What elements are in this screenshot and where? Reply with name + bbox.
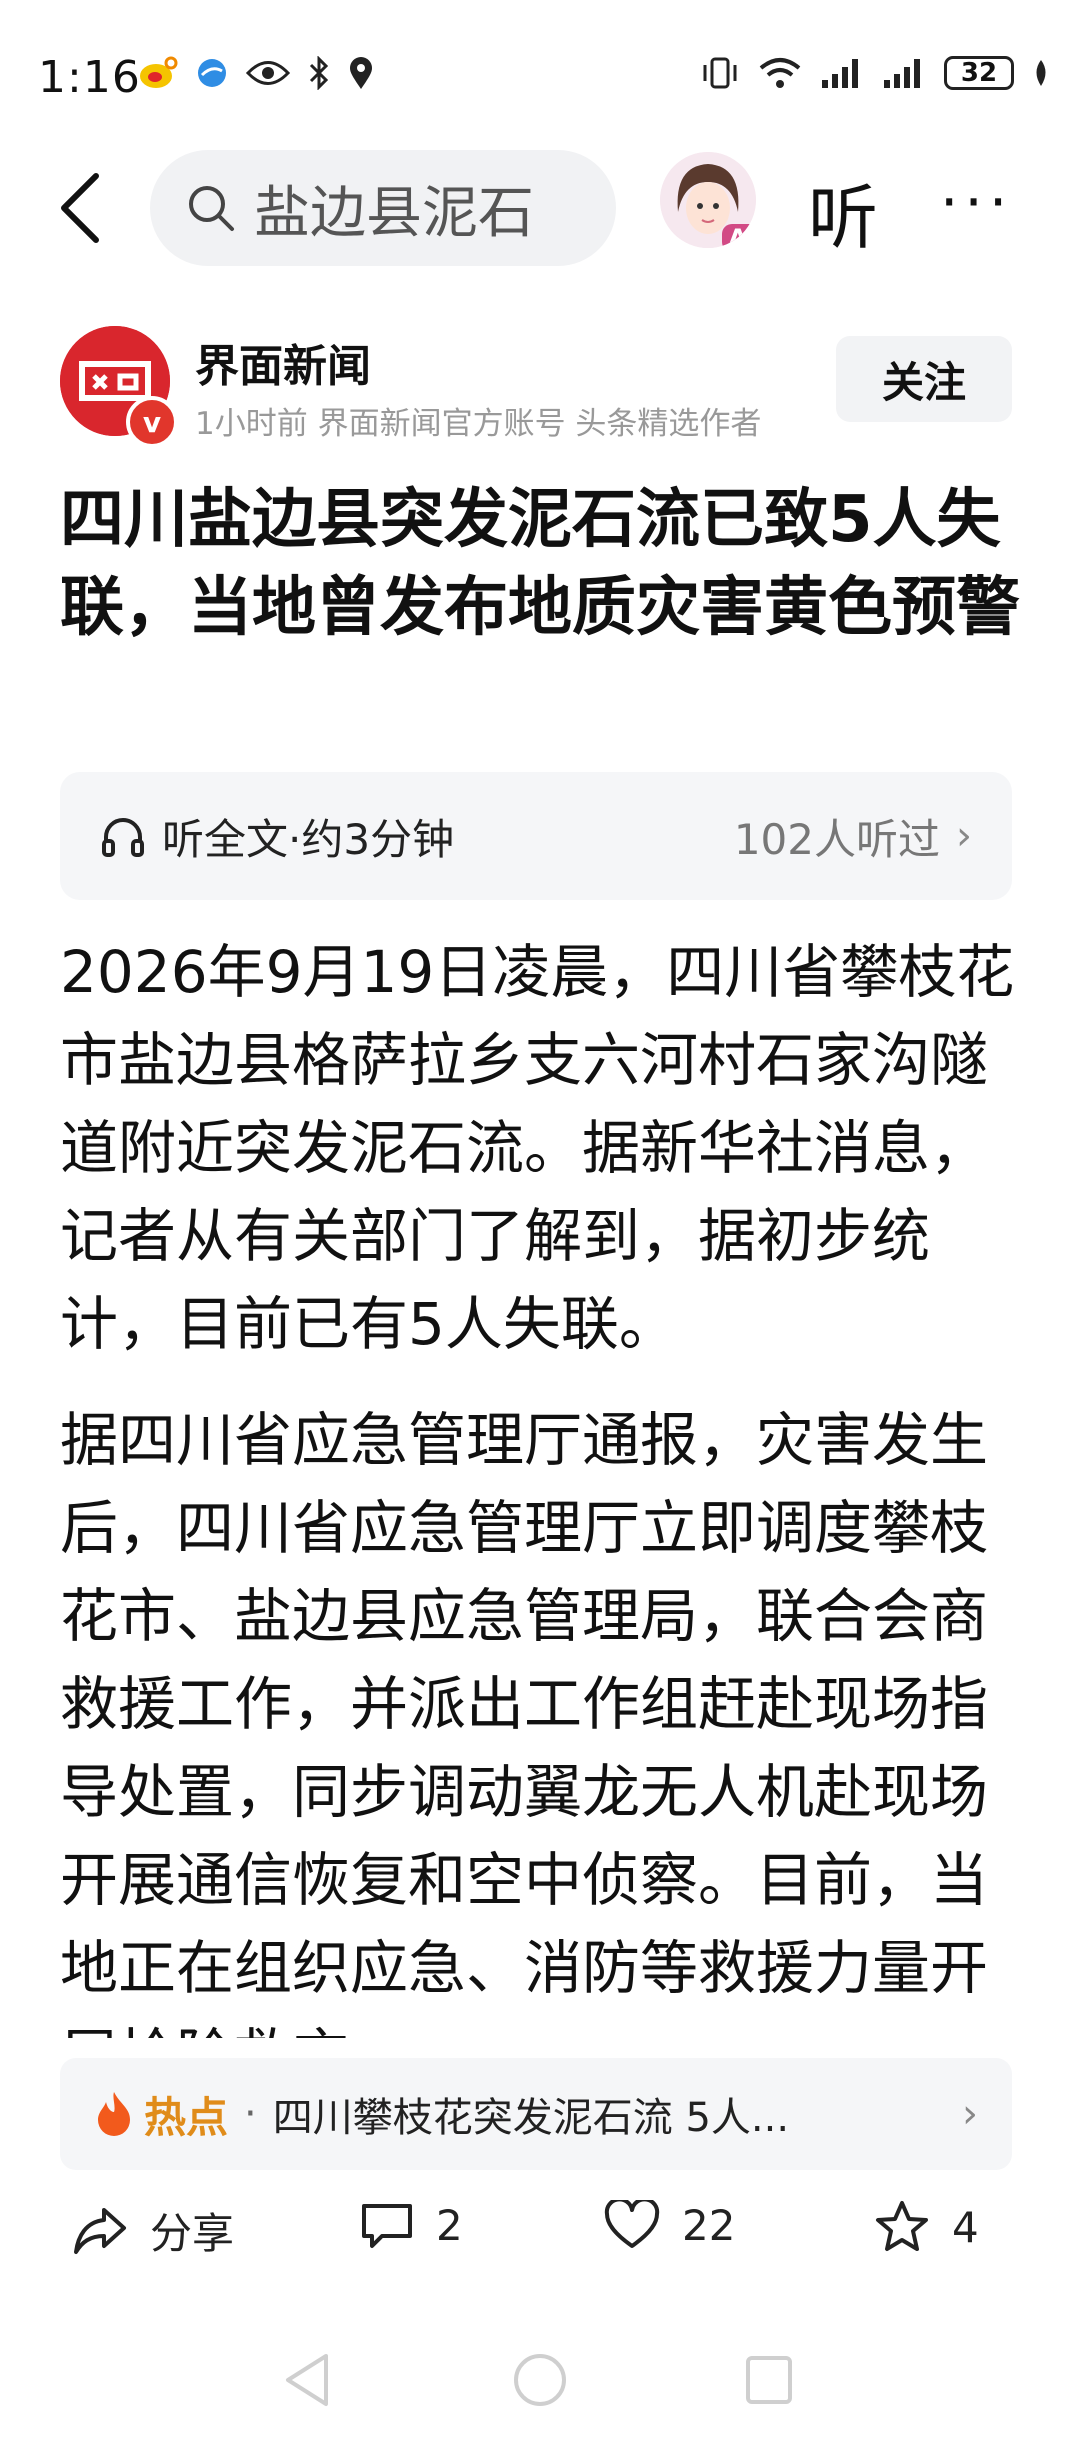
like-button[interactable]: 22 bbox=[604, 2200, 735, 2250]
comment-count: 2 bbox=[436, 2200, 463, 2250]
article-body: 2026年9月19日凌晨，四川省攀枝花市盐边县格萨拉乡支六河村石家沟隧道附近突发… bbox=[60, 928, 1020, 2038]
bluetooth-icon bbox=[309, 56, 329, 90]
share-button[interactable]: 分享 bbox=[72, 2200, 234, 2261]
favorite-count: 4 bbox=[952, 2202, 979, 2252]
comment-button[interactable]: 2 bbox=[360, 2200, 463, 2250]
vibrate-icon bbox=[703, 57, 737, 89]
headphones-icon bbox=[102, 818, 144, 857]
search-icon bbox=[189, 186, 234, 231]
comment-icon bbox=[362, 2204, 412, 2248]
hot-topic-bar[interactable]: 热点 · 四川攀枝花突发泥石流 5人... › bbox=[60, 2058, 1012, 2170]
browser-icon bbox=[198, 59, 226, 87]
nav-back-icon[interactable] bbox=[282, 2350, 332, 2410]
search-query-text: 盐边县泥石 bbox=[254, 180, 534, 246]
more-options-button[interactable]: ··· bbox=[940, 168, 1013, 236]
signal-icon-2 bbox=[884, 59, 920, 88]
status-time: 1:16 bbox=[38, 52, 141, 103]
status-icons-right: 32 bbox=[700, 56, 1050, 90]
follow-button[interactable]: 关注 bbox=[836, 336, 1012, 422]
article-paragraph: 2026年9月19日凌晨，四川省攀枝花市盐边县格萨拉乡支六河村石家沟隧道附近突发… bbox=[60, 938, 1015, 1358]
flame-icon bbox=[98, 2092, 130, 2136]
star-icon bbox=[876, 2201, 928, 2251]
weibo-icon bbox=[140, 56, 178, 88]
location-icon bbox=[350, 57, 372, 89]
eye-icon bbox=[246, 61, 290, 85]
back-button[interactable] bbox=[44, 168, 116, 248]
status-icons-left bbox=[138, 56, 374, 90]
favorite-button[interactable]: 4 bbox=[874, 2200, 979, 2254]
hot-label: 热点 bbox=[144, 2092, 229, 2142]
leaf-icon bbox=[1036, 60, 1046, 86]
verified-badge: v bbox=[126, 396, 178, 448]
author-meta: 1小时前 界面新闻官方账号 头条精选作者 bbox=[195, 406, 762, 442]
wifi-icon bbox=[759, 58, 801, 88]
chevron-right-icon: › bbox=[956, 813, 972, 859]
nav-home-icon[interactable] bbox=[510, 2350, 570, 2410]
like-count: 22 bbox=[682, 2200, 736, 2250]
signal-icon bbox=[822, 59, 858, 88]
article-title: 四川盐边县突发泥石流已致5人失联，当地曾发布地质灾害黄色预警 bbox=[60, 483, 1020, 645]
author-name[interactable]: 界面新闻 bbox=[195, 330, 371, 394]
article-paragraph: 据四川省应急管理厅通报，灾害发生后，四川省应急管理厅立即调度攀枝花市、盐边县应急… bbox=[60, 1406, 989, 2038]
listen-duration-label: 听全文·约3分钟 bbox=[162, 814, 455, 864]
listen-full-text-bar[interactable]: 听全文·约3分钟 102人听过 › bbox=[60, 772, 1012, 900]
nav-recents-icon[interactable] bbox=[742, 2350, 796, 2410]
heart-icon bbox=[604, 2200, 660, 2248]
chevron-right-icon: › bbox=[962, 2091, 978, 2137]
share-label: 分享 bbox=[150, 2209, 235, 2258]
battery-icon: 32 bbox=[944, 56, 1014, 90]
hot-separator: · bbox=[244, 2091, 257, 2137]
ai-badge: AI bbox=[722, 224, 756, 248]
ai-assistant-avatar[interactable]: AI bbox=[660, 152, 756, 248]
listen-count: 102人听过 bbox=[733, 814, 940, 864]
hot-topic-text: 四川攀枝花突发泥石流 5人... bbox=[272, 2095, 790, 2141]
listen-button[interactable]: 听 bbox=[808, 162, 878, 263]
search-input[interactable]: 盐边县泥石 bbox=[150, 150, 616, 266]
share-icon bbox=[74, 2207, 126, 2254]
chevron-left-icon bbox=[61, 173, 99, 243]
